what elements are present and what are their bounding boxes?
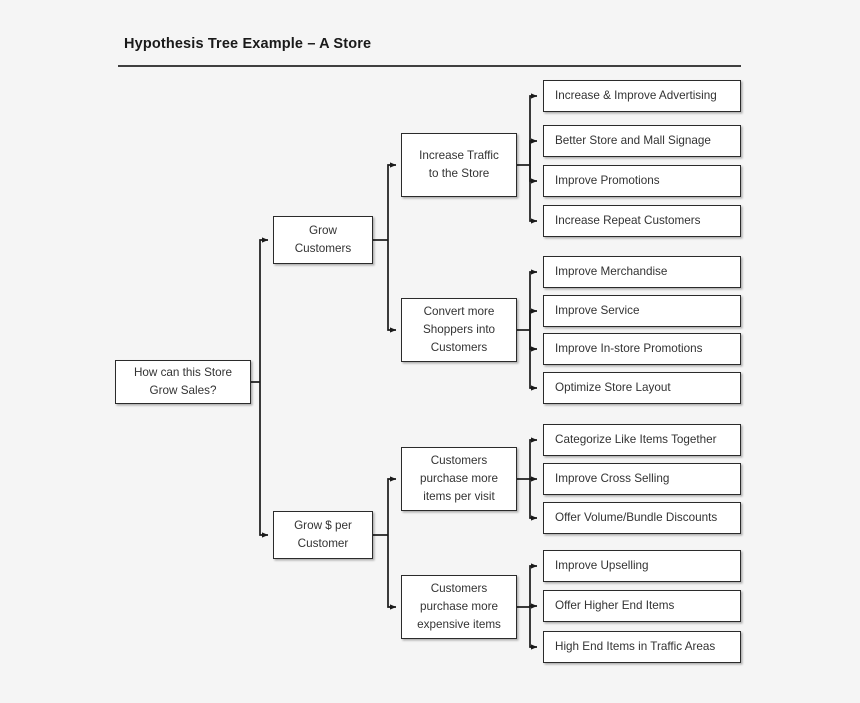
node-items-per-visit[interactable]: Customers purchase more items per visit [401, 447, 517, 511]
leaf-label: Offer Higher End Items [555, 599, 675, 613]
leaf-categorize-like-items-together[interactable]: Categorize Like Items Together [543, 424, 741, 456]
node-items-per-visit-label: Customers purchase more items per visit [420, 454, 498, 503]
leaf-increase-repeat-customers[interactable]: Increase Repeat Customers [543, 205, 741, 237]
leaf-better-store-and-mall-signage[interactable]: Better Store and Mall Signage [543, 125, 741, 157]
leaf-label: Improve Cross Selling [555, 472, 670, 486]
node-increase-traffic-label: Increase Traffic to the Store [419, 149, 499, 180]
leaf-label: Increase Repeat Customers [555, 214, 701, 228]
node-root[interactable]: How can this Store Grow Sales? [115, 360, 251, 404]
node-grow-dollar-per-customer[interactable]: Grow $ per Customer [273, 511, 373, 559]
leaf-label: Improve In-store Promotions [555, 342, 703, 356]
leaf-label: Better Store and Mall Signage [555, 134, 711, 148]
leaf-label: Improve Merchandise [555, 265, 668, 279]
leaf-label: Categorize Like Items Together [555, 433, 717, 447]
leaf-label: Increase & Improve Advertising [555, 89, 717, 103]
leaf-optimize-store-layout[interactable]: Optimize Store Layout [543, 372, 741, 404]
node-root-label: How can this Store Grow Sales? [133, 366, 233, 397]
leaf-increase-improve-advertising[interactable]: Increase & Improve Advertising [543, 80, 741, 112]
node-expensive-items[interactable]: Customers purchase more expensive items [401, 575, 517, 639]
leaf-label: High End Items in Traffic Areas [555, 640, 716, 654]
node-increase-traffic[interactable]: Increase Traffic to the Store [401, 133, 517, 197]
leaf-improve-merchandise[interactable]: Improve Merchandise [543, 256, 741, 288]
leaf-improve-in-store-promotions[interactable]: Improve In-store Promotions [543, 333, 741, 365]
node-convert-shoppers[interactable]: Convert more Shoppers into Customers [401, 298, 517, 362]
title-divider [118, 65, 741, 67]
node-convert-shoppers-label: Convert more Shoppers into Customers [422, 305, 496, 354]
leaf-improve-service[interactable]: Improve Service [543, 295, 741, 327]
page-title: Hypothesis Tree Example – A Store [124, 36, 372, 52]
leaf-label: Improve Upselling [555, 559, 649, 573]
leaf-offer-higher-end-items[interactable]: Offer Higher End Items [543, 590, 741, 622]
node-expensive-items-label: Customers purchase more expensive items [417, 582, 501, 631]
leaf-improve-cross-selling[interactable]: Improve Cross Selling [543, 463, 741, 495]
leaf-high-end-items-in-traffic-areas[interactable]: High End Items in Traffic Areas [543, 631, 741, 663]
leaf-label: Optimize Store Layout [555, 381, 671, 395]
node-grow-customers-label: Grow Customers [294, 224, 352, 255]
diagram-canvas: Hypothesis Tree Example – A Store How ca… [0, 0, 860, 703]
leaf-offer-volume-bundle-discounts[interactable]: Offer Volume/Bundle Discounts [543, 502, 741, 534]
leaf-label: Improve Promotions [555, 174, 660, 188]
leaf-label: Improve Service [555, 304, 640, 318]
leaf-improve-upselling[interactable]: Improve Upselling [543, 550, 741, 582]
node-grow-dollar-per-customer-label: Grow $ per Customer [294, 519, 352, 550]
node-grow-customers[interactable]: Grow Customers [273, 216, 373, 264]
leaf-improve-promotions[interactable]: Improve Promotions [543, 165, 741, 197]
leaf-label: Offer Volume/Bundle Discounts [555, 511, 718, 525]
